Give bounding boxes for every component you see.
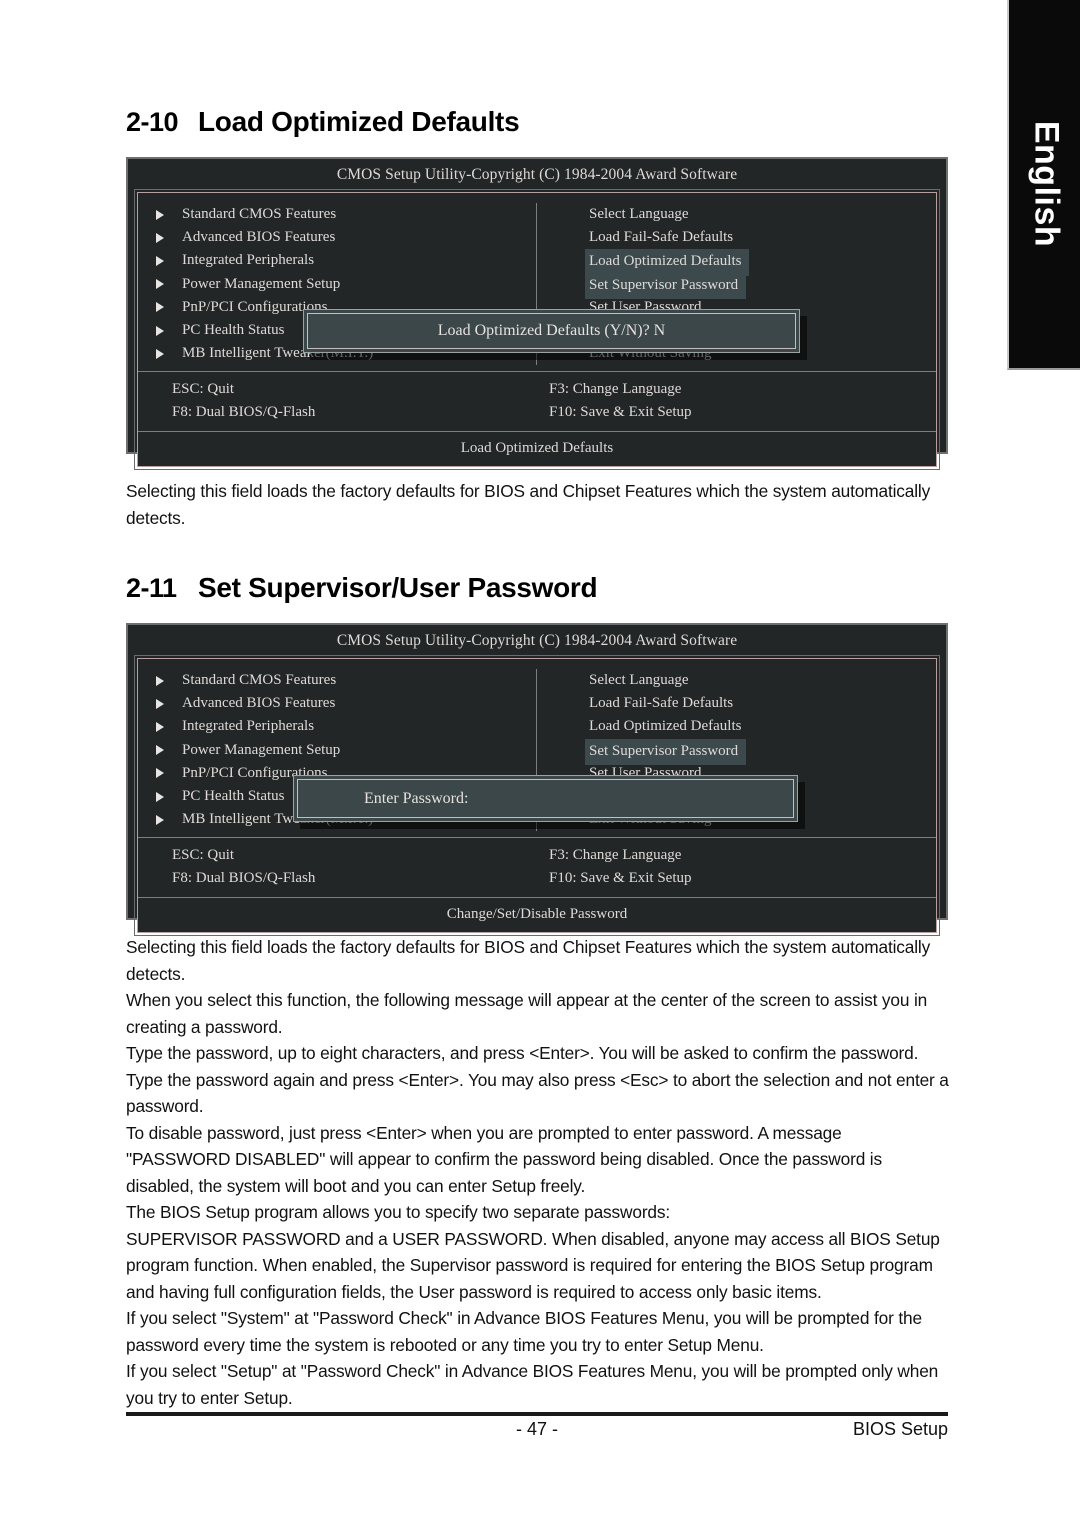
triangle-bullet-icon bbox=[156, 302, 164, 313]
menu-item-label: Advanced BIOS Features bbox=[182, 229, 336, 246]
menu-item-label: PC Health Status bbox=[182, 787, 285, 804]
menu-item-label: Standard CMOS Features bbox=[182, 672, 337, 688]
menu-item-label: Load Fail-Safe Defaults bbox=[589, 695, 734, 712]
bios-frame: Standard CMOS Features Advanced BIOS Fea… bbox=[134, 654, 940, 937]
menu-item[interactable]: Load Optimized Defaults bbox=[589, 715, 936, 738]
key-hint: ESC: Quit bbox=[172, 847, 235, 864]
menu-item-label: Select Language bbox=[589, 672, 689, 688]
footer-divider bbox=[126, 1412, 948, 1416]
menu-item[interactable]: Standard CMOS Features bbox=[156, 203, 536, 226]
menu-item[interactable]: Power Management Setup bbox=[156, 273, 536, 296]
language-tab-label: English bbox=[1027, 120, 1065, 248]
password-dialog[interactable]: Enter Password: bbox=[293, 775, 798, 822]
key-hint: F10: Save & Exit Setup bbox=[549, 870, 692, 887]
key-hint: F3: Change Language bbox=[549, 381, 682, 398]
menu-item-label: Integrated Peripherals bbox=[182, 718, 315, 735]
triangle-bullet-icon bbox=[156, 791, 164, 802]
key-hint: F8: Dual BIOS/Q-Flash bbox=[172, 870, 316, 887]
triangle-bullet-icon bbox=[156, 768, 164, 779]
key-hints-left: ESC: Quit F8: Dual BIOS/Q-Flash bbox=[138, 844, 537, 890]
page-content: 2-10 Load Optimized Defaults CMOS Setup … bbox=[126, 0, 960, 1529]
bios-frame: Standard CMOS Features Advanced BIOS Fea… bbox=[134, 188, 940, 471]
bios-title-bar: CMOS Setup Utility-Copyright (C) 1984-20… bbox=[336, 166, 738, 183]
triangle-bullet-icon bbox=[156, 325, 164, 336]
triangle-bullet-icon bbox=[156, 721, 164, 732]
body-paragraphs: Selecting this field loads the factory d… bbox=[126, 934, 950, 1411]
menu-item[interactable]: Load Fail-Safe Defaults bbox=[589, 226, 936, 249]
menu-item[interactable]: Select Language bbox=[589, 203, 936, 226]
menu-item[interactable]: Power Management Setup bbox=[156, 739, 536, 762]
key-hints-right: F3: Change Language F10: Save & Exit Set… bbox=[537, 844, 936, 890]
bios-screenshot-set-password: CMOS Setup Utility-Copyright (C) 1984-20… bbox=[126, 623, 948, 937]
paragraph: If you select "System" at "Password Chec… bbox=[126, 1308, 922, 1355]
bios-main-menu: Standard CMOS Features Advanced BIOS Fea… bbox=[138, 193, 936, 373]
menu-item[interactable]: Select Language bbox=[589, 669, 936, 692]
dialog-message: Load Optimized Defaults (Y/N)? N bbox=[437, 322, 666, 339]
triangle-bullet-icon bbox=[156, 209, 164, 220]
paragraph: Type the password, up to eight character… bbox=[126, 1043, 949, 1116]
menu-item-label: Power Management Setup bbox=[182, 275, 341, 292]
page-number: - 47 - bbox=[515, 1419, 558, 1439]
triangle-bullet-icon bbox=[156, 745, 164, 756]
triangle-bullet-icon bbox=[156, 675, 164, 686]
password-prompt-label: Enter Password: bbox=[364, 789, 469, 807]
key-hint: F3: Change Language bbox=[549, 847, 682, 864]
section-title: Load Optimized Defaults bbox=[198, 106, 520, 137]
paragraph: Selecting this field loads the factory d… bbox=[126, 937, 931, 984]
paragraph: The BIOS Setup program allows you to spe… bbox=[126, 1202, 671, 1222]
paragraph: To disable password, just press <Enter> … bbox=[126, 1122, 882, 1196]
bios-status-bar: Load Optimized Defaults bbox=[460, 440, 614, 457]
section-number: 2-10 bbox=[126, 107, 179, 137]
confirm-dialog[interactable]: Load Optimized Defaults (Y/N)? N bbox=[303, 309, 800, 353]
bios-screenshot-load-optimized-defaults: CMOS Setup Utility-Copyright (C) 1984-20… bbox=[126, 157, 948, 471]
bios-main-menu: Standard CMOS Features Advanced BIOS Fea… bbox=[138, 659, 936, 839]
menu-item[interactable]: Set Supervisor Password bbox=[585, 272, 936, 299]
triangle-bullet-icon bbox=[156, 814, 164, 825]
paragraph-load-optimized-defaults: Selecting this field loads the factory d… bbox=[126, 481, 931, 528]
section-heading-2-10: 2-10 Load Optimized Defaults bbox=[126, 106, 520, 138]
paragraph: When you select this function, the follo… bbox=[126, 990, 928, 1037]
menu-item[interactable]: Standard CMOS Features bbox=[156, 669, 536, 692]
language-tab: English bbox=[1007, 0, 1080, 370]
menu-item[interactable]: Advanced BIOS Features bbox=[156, 226, 536, 249]
bios-key-hints: ESC: Quit F8: Dual BIOS/Q-Flash F3: Chan… bbox=[138, 372, 936, 433]
menu-item-selected[interactable]: Load Optimized Defaults bbox=[585, 249, 936, 276]
menu-item-label: Standard CMOS Features bbox=[182, 206, 337, 222]
menu-item-label: Integrated Peripherals bbox=[182, 252, 315, 269]
bios-title-bar: CMOS Setup Utility-Copyright (C) 1984-20… bbox=[336, 632, 738, 649]
triangle-bullet-icon bbox=[156, 698, 164, 709]
section-number: 2-11 bbox=[126, 573, 177, 603]
triangle-bullet-icon bbox=[156, 255, 164, 266]
dialog-inner-border: Enter Password: bbox=[297, 779, 794, 818]
menu-item-label: Advanced BIOS Features bbox=[182, 695, 336, 712]
section-heading-2-11: 2-11 Set Supervisor/User Password bbox=[126, 572, 598, 604]
triangle-bullet-icon bbox=[156, 348, 164, 359]
menu-item[interactable]: Advanced BIOS Features bbox=[156, 692, 536, 715]
triangle-bullet-icon bbox=[156, 279, 164, 290]
triangle-bullet-icon bbox=[156, 232, 164, 243]
menu-item-label: PC Health Status bbox=[182, 321, 285, 338]
paragraph: If you select "Setup" at "Password Check… bbox=[126, 1361, 939, 1408]
menu-item-selected[interactable]: Set Supervisor Password bbox=[585, 738, 936, 765]
footer-section-label: BIOS Setup bbox=[852, 1419, 948, 1439]
menu-item[interactable]: Integrated Peripherals bbox=[156, 249, 536, 272]
bios-key-hints: ESC: Quit F8: Dual BIOS/Q-Flash F3: Chan… bbox=[138, 838, 936, 899]
menu-item-label: Load Optimized Defaults bbox=[589, 718, 742, 735]
key-hints-right: F3: Change Language F10: Save & Exit Set… bbox=[537, 378, 936, 424]
bios-status-bar: Change/Set/Disable Password bbox=[446, 906, 628, 923]
paragraph: SUPERVISOR PASSWORD and a USER PASSWORD.… bbox=[126, 1228, 940, 1302]
menu-item-label: Load Fail-Safe Defaults bbox=[589, 229, 734, 246]
key-hint: F8: Dual BIOS/Q-Flash bbox=[172, 404, 316, 421]
key-hint: F10: Save & Exit Setup bbox=[549, 404, 692, 421]
key-hints-left: ESC: Quit F8: Dual BIOS/Q-Flash bbox=[138, 378, 537, 424]
menu-item-label: Power Management Setup bbox=[182, 741, 341, 758]
section-title: Set Supervisor/User Password bbox=[198, 572, 598, 603]
key-hint: ESC: Quit bbox=[172, 381, 235, 398]
menu-item[interactable]: Load Fail-Safe Defaults bbox=[589, 692, 936, 715]
dialog-inner-border: Load Optimized Defaults (Y/N)? N bbox=[307, 313, 796, 349]
menu-item-label: Select Language bbox=[589, 206, 689, 222]
menu-item[interactable]: Integrated Peripherals bbox=[156, 715, 536, 738]
